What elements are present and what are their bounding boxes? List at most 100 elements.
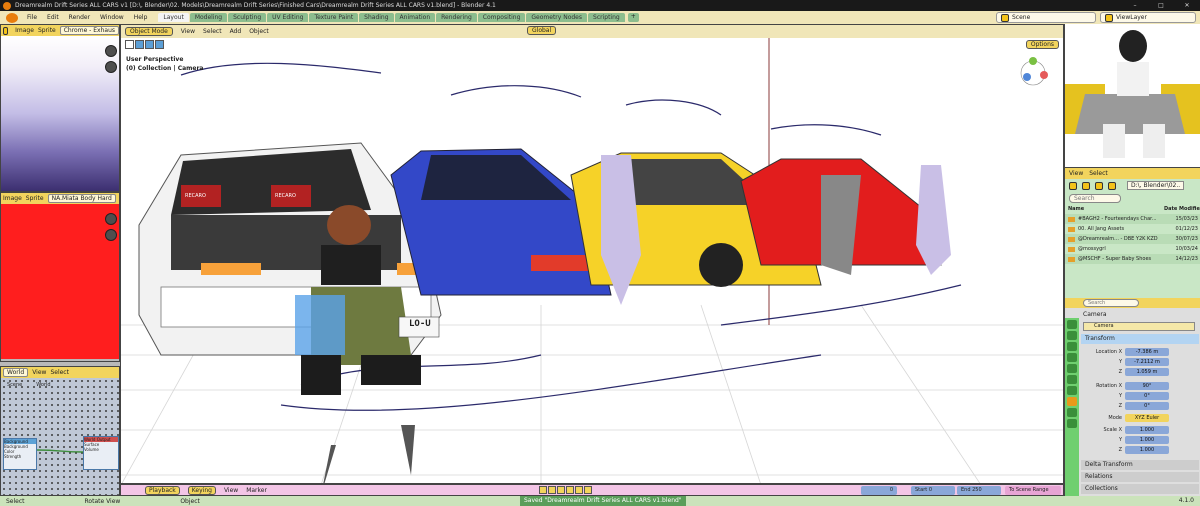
menu-render[interactable]: Render (64, 14, 95, 21)
object-name-field[interactable]: Camera (1083, 322, 1195, 331)
menu-sprite[interactable]: Sprite (38, 27, 56, 34)
file-row[interactable]: @Dreamrealm... - DBE Y2K KZD 30/07/23 (1065, 234, 1200, 244)
image-editor-type-icon[interactable] (3, 26, 9, 35)
tab-compositing[interactable]: Compositing (477, 13, 526, 22)
prev-keyframe-icon[interactable] (548, 486, 556, 494)
scene-selector[interactable]: Scene (996, 12, 1096, 23)
menu-marker[interactable]: Marker (246, 487, 267, 494)
rotation-x-field[interactable]: 90° (1125, 382, 1169, 390)
rotation-y-field[interactable]: 0° (1125, 392, 1169, 400)
world-tab-icon[interactable] (1067, 375, 1077, 384)
constraints-tab-icon[interactable] (1067, 408, 1077, 417)
tab-uv-editing[interactable]: UV Editing (267, 13, 309, 22)
object-tab-icon[interactable] (1067, 397, 1077, 406)
menu-file[interactable]: File (22, 14, 42, 21)
image-selector-2[interactable]: NA.Miata Body Hard (47, 194, 116, 203)
node-canvas[interactable]: Scene World Background Background Color … (1, 378, 119, 495)
close-button[interactable]: ✕ (1174, 0, 1200, 11)
hand-pan-icon[interactable] (105, 61, 117, 73)
tab-scripting[interactable]: Scripting (588, 13, 625, 22)
tab-layout[interactable]: Layout (158, 13, 189, 22)
select-box-icon[interactable] (135, 40, 144, 49)
delta-transform-panel-header[interactable]: Delta Transform (1081, 460, 1199, 470)
add-workspace-button[interactable]: + (627, 13, 639, 22)
scene-tab-icon[interactable] (1067, 364, 1077, 373)
tab-animation[interactable]: Animation (394, 13, 436, 22)
view-layer-tab-icon[interactable] (1067, 353, 1077, 362)
jump-end-icon[interactable] (584, 486, 592, 494)
start-frame-field[interactable]: Start 0 (911, 486, 955, 495)
viewlayer-selector[interactable]: ViewLayer (1100, 12, 1196, 23)
options-dropdown[interactable]: Options (1025, 40, 1059, 49)
object-mode-dropdown[interactable]: Object Mode (125, 27, 173, 36)
keying-dropdown[interactable]: Keying (187, 485, 216, 495)
forward-icon[interactable] (1082, 181, 1090, 190)
data-tab-icon[interactable] (1067, 419, 1077, 428)
menu-image[interactable]: Image (15, 27, 34, 34)
output-tab-icon[interactable] (1067, 342, 1077, 351)
camera-preview[interactable] (1065, 24, 1200, 168)
hand-pan-icon-2[interactable] (105, 229, 117, 241)
select-subtract-icon[interactable] (155, 40, 164, 49)
location-z-field[interactable]: 1.059 m (1125, 368, 1169, 376)
menu-sprite-2[interactable]: Sprite (26, 195, 44, 202)
jump-start-icon[interactable] (539, 486, 547, 494)
scale-y-field[interactable]: 1.000 (1125, 436, 1169, 444)
location-y-field[interactable]: -7.2112 m (1125, 358, 1169, 366)
world-selector[interactable]: World (3, 368, 29, 377)
back-icon[interactable] (1069, 181, 1077, 190)
file-row[interactable]: @MSCHF - Super Baby Shoes 14/12/23 (1065, 254, 1200, 264)
menu-help[interactable]: Help (129, 14, 153, 21)
file-row[interactable]: 00. All Jang Assets 01/12/23 (1065, 224, 1200, 234)
properties-search-input[interactable]: Search (1083, 299, 1139, 307)
refresh-icon[interactable] (1108, 181, 1116, 190)
menu-edit[interactable]: Edit (42, 14, 64, 21)
file-search-input[interactable]: Search (1069, 193, 1121, 203)
menu-object[interactable]: Object (249, 28, 269, 35)
play-icon[interactable] (566, 486, 574, 494)
menu-select-nodes[interactable]: Select (50, 369, 69, 376)
end-frame-field[interactable]: End 250 (957, 486, 1001, 495)
chrome-texture-preview[interactable] (1, 36, 119, 191)
playback-dropdown[interactable]: Playback (145, 485, 180, 495)
tab-sculpting[interactable]: Sculpting (228, 13, 267, 22)
collections-panel-header[interactable]: Collections (1081, 484, 1199, 494)
menu-view[interactable]: View (181, 28, 195, 35)
to-scene-range-button[interactable]: To Scene Range (1005, 486, 1061, 495)
tab-texture-paint[interactable]: Texture Paint (309, 13, 359, 22)
transform-panel-header[interactable]: Transform (1081, 334, 1199, 344)
tab-shading[interactable]: Shading (359, 13, 394, 22)
name-column-header[interactable]: Name (1068, 206, 1164, 212)
menu-view-timeline[interactable]: View (224, 487, 238, 494)
path-field[interactable]: D:\, Blender\02.. (1127, 181, 1185, 190)
tab-rendering[interactable]: Rendering (436, 13, 477, 22)
menu-image-2[interactable]: Image (3, 195, 22, 202)
cursor-tool-icon[interactable] (125, 40, 134, 49)
scale-x-field[interactable]: 1.000 (1125, 426, 1169, 434)
current-frame-field[interactable]: 0 (861, 486, 897, 495)
miata-body-texture-preview[interactable] (1, 204, 119, 359)
tab-geometry-nodes[interactable]: Geometry Nodes (526, 13, 588, 22)
location-x-field[interactable]: -7.386 m (1125, 348, 1169, 356)
zoom-icon[interactable] (105, 45, 117, 57)
menu-view-nodes[interactable]: View (32, 369, 46, 376)
play-reverse-icon[interactable] (557, 486, 565, 494)
menu-select-thumb[interactable]: Select (1089, 170, 1108, 177)
date-column-header[interactable]: Date Modified (1164, 206, 1200, 212)
3d-viewport[interactable]: Object Mode View Select Add Object Globa… (120, 24, 1064, 484)
file-row[interactable]: #BAGH2 - Fourteendays Char... 15/03/23 (1065, 214, 1200, 224)
collection-tab-icon[interactable] (1067, 386, 1077, 395)
menu-window[interactable]: Window (95, 14, 129, 21)
image-selector[interactable]: Chrome - Exhaus (59, 26, 119, 35)
rotation-mode-dropdown[interactable]: XYZ Euler (1125, 414, 1169, 422)
tool-tab-icon[interactable] (1067, 320, 1077, 329)
scale-z-field[interactable]: 1.000 (1125, 446, 1169, 454)
parent-dir-icon[interactable] (1095, 181, 1103, 190)
blender-menu-icon[interactable] (6, 12, 18, 23)
render-tab-icon[interactable] (1067, 331, 1077, 340)
relations-panel-header[interactable]: Relations (1081, 472, 1199, 482)
rotation-z-field[interactable]: 0° (1125, 402, 1169, 410)
zoom-icon-2[interactable] (105, 213, 117, 225)
maximize-button[interactable]: □ (1148, 0, 1174, 11)
menu-view-thumb[interactable]: View (1069, 170, 1083, 177)
